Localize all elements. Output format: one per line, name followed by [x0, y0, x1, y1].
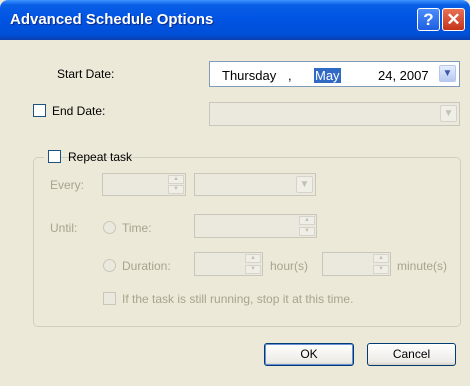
stop-task-checkbox[interactable]	[103, 292, 116, 305]
window-title: Advanced Schedule Options	[10, 11, 214, 28]
spin-down-icon[interactable]: ▼	[373, 265, 389, 274]
until-label: Until:	[50, 221, 78, 235]
end-date-picker[interactable]: ▼	[209, 102, 460, 126]
start-date-separator: ,	[288, 68, 292, 83]
spin-up-icon[interactable]: ▲	[299, 216, 315, 225]
duration-hours-input[interactable]: ▲ ▼	[194, 252, 263, 276]
close-button[interactable]: ✕	[442, 8, 465, 31]
chevron-down-icon: ▼	[443, 108, 454, 119]
start-date-weekday[interactable]: Thursday	[222, 68, 276, 83]
end-date-label: End Date:	[52, 104, 106, 118]
start-date-dropdown-button[interactable]: ▼	[439, 65, 456, 82]
duration-radio[interactable]	[103, 259, 116, 272]
close-icon: ✕	[446, 10, 461, 29]
time-label: Time:	[122, 221, 152, 235]
spin-down-icon[interactable]: ▼	[245, 265, 261, 274]
spin-up-icon[interactable]: ▲	[168, 175, 184, 184]
every-unit-select[interactable]: ▼	[194, 173, 316, 196]
minutes-spinner[interactable]: ▲ ▼	[373, 254, 389, 274]
time-input[interactable]: ▲ ▼	[194, 214, 317, 238]
help-icon: ?	[423, 10, 434, 29]
cancel-button[interactable]: Cancel	[367, 343, 456, 366]
end-date-dropdown-button[interactable]: ▼	[440, 105, 457, 122]
spin-down-icon[interactable]: ▼	[168, 185, 184, 194]
stop-task-label: If the task is still running, stop it at…	[122, 292, 354, 306]
every-unit-dropdown-button[interactable]: ▼	[296, 176, 313, 193]
help-button[interactable]: ?	[417, 8, 440, 31]
start-date-picker[interactable]: Thursday , May 24, 2007 ▼	[209, 61, 460, 87]
repeat-task-checkbox[interactable]	[48, 150, 61, 163]
spin-up-icon[interactable]: ▲	[245, 254, 261, 263]
time-spinner[interactable]: ▲ ▼	[299, 216, 315, 236]
hours-spinner[interactable]: ▲ ▼	[245, 254, 261, 274]
title-bar: Advanced Schedule Options ? ✕	[0, 0, 470, 40]
repeat-task-label: Repeat task	[68, 150, 133, 164]
spin-up-icon[interactable]: ▲	[373, 254, 389, 263]
start-date-day-year[interactable]: 24, 2007	[378, 68, 429, 83]
ok-button[interactable]: OK	[264, 343, 354, 366]
end-date-checkbox[interactable]	[33, 104, 46, 117]
repeat-task-header: Repeat task	[44, 149, 132, 165]
every-label: Every:	[50, 178, 85, 192]
chevron-down-icon: ▼	[299, 179, 310, 190]
minutes-suffix: minute(s)	[397, 259, 448, 273]
start-date-month[interactable]: May	[314, 68, 341, 83]
time-radio[interactable]	[103, 221, 116, 234]
chevron-down-icon: ▼	[442, 68, 453, 79]
every-number-input[interactable]: ▲ ▼	[102, 173, 186, 196]
every-spinner[interactable]: ▲ ▼	[168, 175, 184, 194]
duration-minutes-input[interactable]: ▲ ▼	[322, 252, 391, 276]
hours-suffix: hour(s)	[270, 259, 309, 273]
duration-label: Duration:	[122, 259, 171, 273]
start-date-label: Start Date:	[57, 67, 115, 81]
spin-down-icon[interactable]: ▼	[299, 227, 315, 236]
